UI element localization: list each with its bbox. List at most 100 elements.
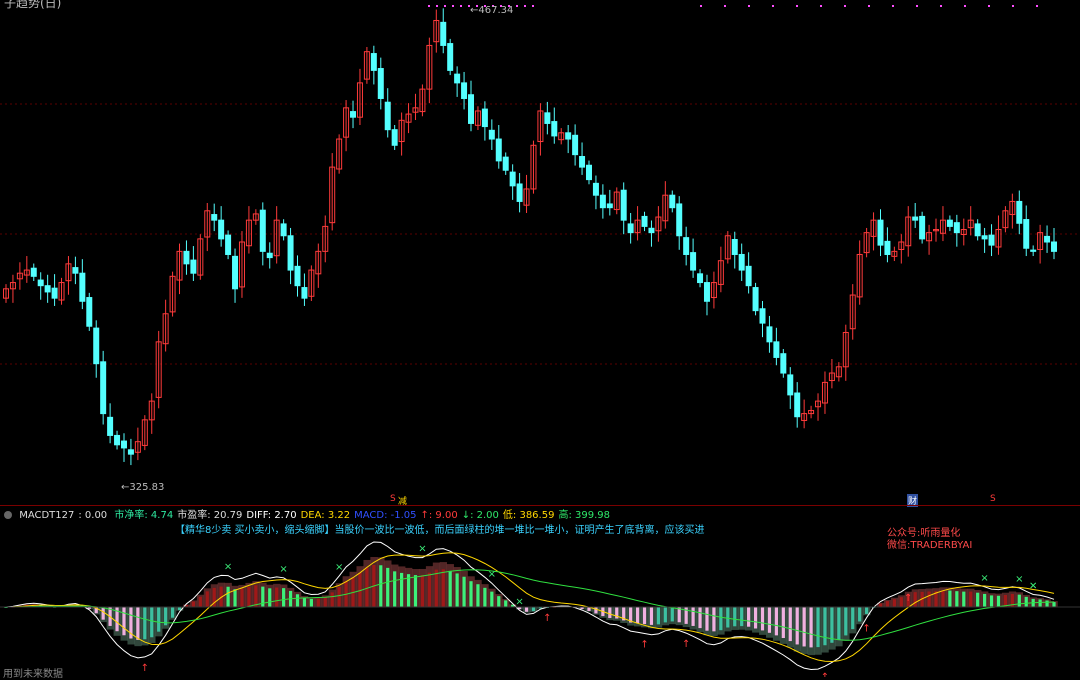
candle-body — [489, 130, 494, 139]
candle-body — [545, 113, 550, 124]
chart-title: 子趋势(日) — [4, 0, 61, 11]
macd-bar — [102, 607, 105, 620]
candle-body — [448, 44, 453, 71]
macd-bar — [816, 607, 819, 647]
strategy-commentary: 【精华8少卖 买小卖小，缩头缩脚】当股价一波比一波低，而后面绿柱的堆一堆比一堆小… — [175, 521, 705, 536]
candle-body — [586, 165, 591, 179]
high-price-label: ←467.34 — [470, 5, 513, 16]
macd-bar — [483, 588, 486, 607]
signal-dot — [724, 5, 726, 7]
macd-bar — [941, 590, 944, 607]
macd-bar — [456, 573, 459, 607]
candle-body — [566, 133, 571, 139]
macd-bar — [608, 607, 611, 618]
candle-body — [593, 183, 598, 195]
macd-bar — [365, 567, 368, 607]
sell-cross: × — [224, 562, 232, 573]
candle-body — [455, 74, 460, 83]
watermark-wechat: 微信:TRADERBYAI — [887, 536, 972, 551]
macd-bar — [1039, 599, 1042, 607]
macd-indicator-panel: ××××××××××↑↑↑↑↑↑↑ — [0, 542, 1080, 677]
macd-bar — [823, 607, 826, 645]
candle-body — [649, 228, 654, 232]
candle-body — [378, 69, 383, 99]
macd-bar — [143, 607, 146, 639]
candle-body — [781, 354, 786, 373]
candle-body — [774, 342, 779, 358]
macd-bar — [386, 568, 389, 607]
candle-body — [621, 190, 626, 220]
candle-body — [101, 362, 106, 414]
macd-bar — [803, 607, 806, 646]
candle-body — [219, 220, 224, 239]
candle-body — [746, 266, 751, 285]
candle-body — [191, 260, 196, 273]
macd-bar — [796, 607, 799, 644]
macd-bar — [879, 603, 882, 607]
macd-bar — [976, 593, 979, 607]
sell-cross: × — [335, 562, 343, 573]
macd-bar — [747, 607, 750, 627]
candle-body — [469, 95, 474, 124]
candle-body — [1024, 220, 1029, 249]
macd-bar — [122, 607, 125, 635]
macd-bar — [886, 601, 889, 607]
candle-body — [920, 216, 925, 238]
candle-body — [52, 288, 57, 298]
macd-bar — [990, 595, 993, 607]
signal-dot — [748, 5, 750, 7]
macd-bar — [698, 607, 701, 628]
macd-bar — [1052, 602, 1055, 607]
candle-body — [913, 217, 918, 220]
candle-body — [31, 268, 36, 276]
candle-body — [1017, 201, 1022, 223]
candle-body — [288, 236, 293, 270]
low-price-label: ←325.83 — [121, 482, 164, 493]
macd-bar — [594, 607, 597, 613]
candle-body — [947, 220, 952, 226]
candle-body — [760, 309, 765, 323]
macd-bar — [712, 607, 715, 631]
candle-body — [698, 274, 703, 283]
indicator-item: ↓: 2.00 — [462, 510, 499, 521]
candle-body — [1031, 250, 1036, 251]
indicator-value: : 0.00 — [78, 510, 107, 521]
signal-dot — [916, 5, 918, 7]
signal-dot — [796, 5, 798, 7]
macd-bar — [296, 594, 299, 607]
signal-dot — [892, 5, 894, 7]
signal-dot — [1036, 5, 1038, 7]
macd-bar — [809, 607, 812, 647]
macd-bar — [442, 569, 445, 607]
macd-bar — [761, 607, 764, 630]
candle-body — [371, 54, 376, 71]
candle-body — [517, 184, 522, 201]
gear-icon[interactable] — [4, 511, 12, 519]
candle-body — [128, 450, 133, 454]
candle-body — [573, 135, 578, 154]
macd-bar — [955, 591, 958, 607]
candle-body — [1045, 236, 1050, 242]
macd-bar — [310, 599, 313, 607]
macd-bar — [331, 592, 334, 607]
sell-cross: × — [980, 573, 988, 584]
macd-bar — [268, 588, 271, 607]
macd-bar — [532, 607, 535, 611]
macd-bar — [837, 607, 840, 640]
candle-body — [108, 417, 113, 435]
macd-bar — [858, 607, 861, 621]
macd-bar — [400, 573, 403, 607]
signal-dot — [524, 5, 526, 7]
indicator-item: 市盈率: 20.79 — [177, 510, 242, 521]
macd-bar — [428, 573, 431, 607]
macd-bar — [317, 599, 320, 607]
reduce-marker: S — [390, 494, 396, 504]
candle-body — [989, 235, 994, 245]
signal-dot — [428, 5, 430, 7]
sell-cross: × — [279, 564, 287, 575]
buy-arrow: ↑ — [640, 639, 648, 650]
candle-body — [233, 256, 238, 288]
macd-bar — [497, 596, 500, 607]
candle-body — [462, 83, 467, 99]
candle-body — [496, 139, 501, 161]
